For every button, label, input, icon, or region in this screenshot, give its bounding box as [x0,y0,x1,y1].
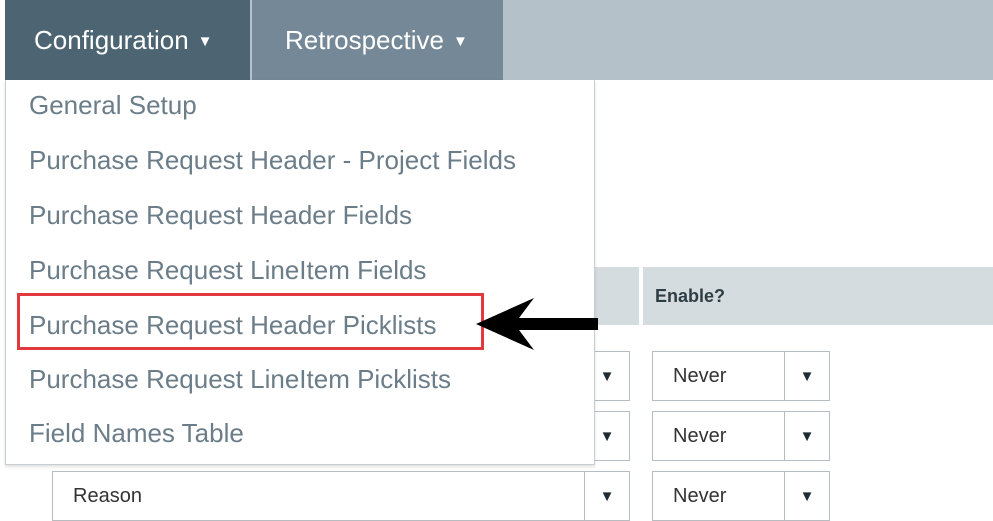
highlight-box [17,293,484,350]
configuration-dropdown-menu: General Setup Purchase Request Header - … [5,80,595,465]
menu-item-header-project-fields[interactable]: Purchase Request Header - Project Fields [29,142,516,178]
enable-select[interactable]: Never ▼ [652,471,830,521]
nav-retrospective-label: Retrospective [285,24,444,55]
menu-item-general-setup[interactable]: General Setup [29,87,197,123]
caret-down-icon: ▼ [197,32,213,50]
enable-select-value: Never [673,484,727,507]
nav-configuration-menu[interactable]: Configuration ▼ [5,0,250,80]
triangle-down-icon[interactable]: ▼ [784,352,829,400]
field-select[interactable]: Reason ▼ [52,471,630,521]
menu-item-header-fields[interactable]: Purchase Request Header Fields [29,197,412,233]
arrow-left-icon [476,298,598,350]
enable-column-label: Enable? [655,285,726,306]
caret-down-icon: ▼ [452,32,468,50]
table-header-enable: Enable? [643,267,993,325]
triangle-down-icon[interactable]: ▼ [784,472,829,520]
menu-item-lineitem-fields[interactable]: Purchase Request LineItem Fields [29,252,426,288]
menu-item-lineitem-picklists[interactable]: Purchase Request LineItem Picklists [29,361,451,397]
menu-item-field-names-table[interactable]: Field Names Table [29,415,244,451]
nav-retrospective-menu[interactable]: Retrospective ▼ [252,0,503,80]
enable-select[interactable]: Never ▼ [652,351,830,401]
triangle-down-icon[interactable]: ▼ [784,412,829,460]
table-header-cell [595,267,639,325]
nav-configuration-label: Configuration [34,24,189,55]
triangle-down-icon[interactable]: ▼ [584,472,629,520]
field-select-value: Reason [73,484,142,507]
enable-select-value: Never [673,424,727,447]
enable-select-value: Never [673,364,727,387]
enable-select[interactable]: Never ▼ [652,411,830,461]
